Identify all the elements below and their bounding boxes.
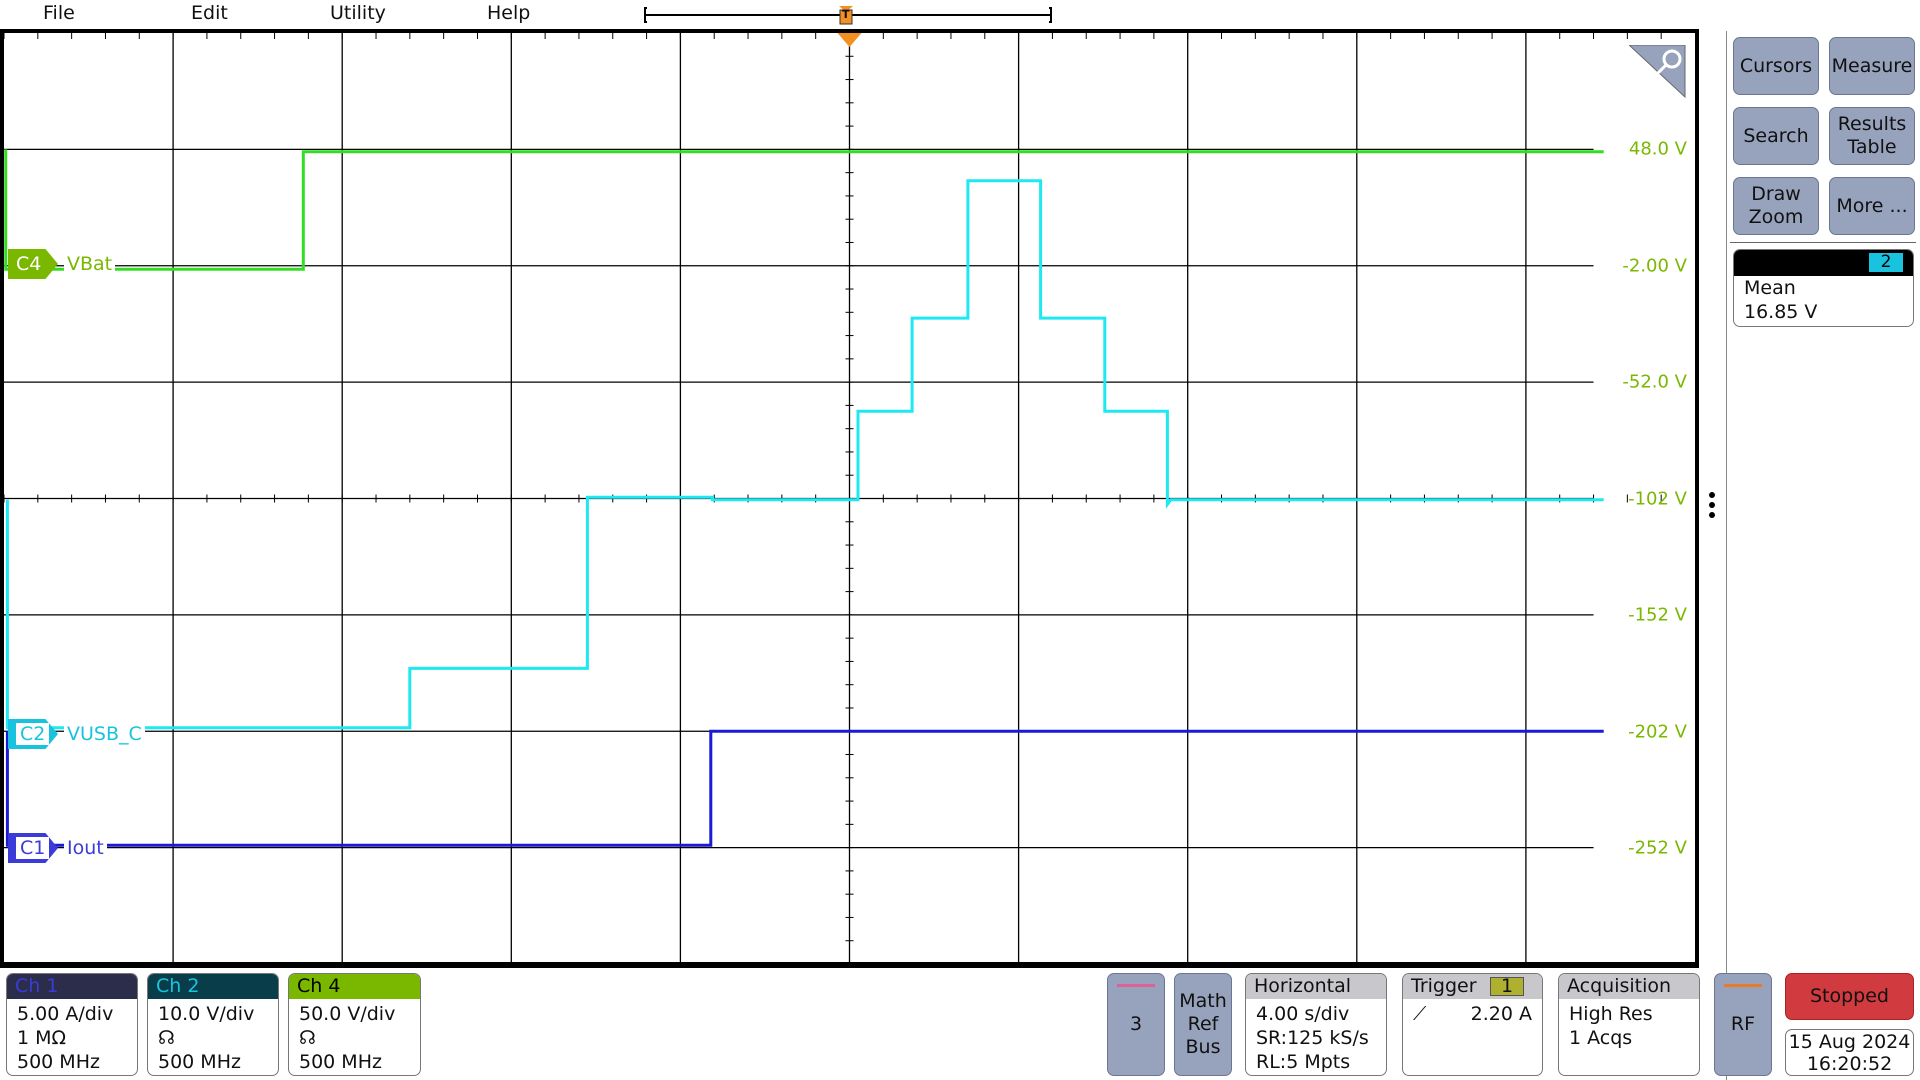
ch1-bandwidth: 500 MHz	[17, 1051, 100, 1073]
graticule	[4, 33, 1662, 964]
rising-edge-icon: ⟋	[1413, 1003, 1427, 1025]
cursors-button[interactable]: Cursors	[1733, 37, 1819, 95]
search-button[interactable]: Search	[1733, 107, 1819, 165]
horizontal-scale: 4.00 s/div	[1256, 1003, 1350, 1025]
c1-label: Iout	[64, 837, 107, 859]
ch1-scale: 5.00 A/div	[17, 1003, 114, 1025]
trigger-badge[interactable]: Trigger 1 ⟋ 2.20 A	[1402, 973, 1543, 1076]
channel-3-button[interactable]: 3	[1107, 973, 1165, 1076]
trigger-position-marker[interactable]: T	[842, 8, 850, 21]
more-button[interactable]: More ...	[1829, 177, 1915, 235]
acquisition-count: 1 Acqs	[1569, 1027, 1633, 1049]
ch2-scale: 10.0 V/div	[158, 1003, 255, 1025]
ch4-title: Ch 4	[289, 974, 420, 999]
ch3-label: 3	[1129, 1013, 1143, 1035]
c2-label: VUSB_C	[64, 723, 145, 745]
channel-2-marker[interactable]: C2 VUSB_C	[8, 719, 145, 749]
rf-button[interactable]: RF	[1714, 973, 1772, 1076]
zoom-icon[interactable]	[1629, 45, 1687, 99]
trigger-time-marker	[837, 33, 862, 47]
trigger-level: 2.20 A	[1470, 1003, 1532, 1025]
channel-1-marker[interactable]: C1 Iout	[8, 833, 107, 863]
ch2-title: Ch 2	[148, 974, 278, 999]
run-stop-button[interactable]: Stopped	[1785, 973, 1914, 1020]
measure-button[interactable]: Measure	[1829, 37, 1915, 95]
scale-label: -102 V	[1628, 488, 1687, 510]
zoom-label: Zoom	[1748, 206, 1804, 228]
menu-help[interactable]: Help	[487, 2, 530, 24]
acquisition-mode: High Res	[1569, 1003, 1653, 1025]
record-length: RL:5 Mpts	[1256, 1051, 1351, 1073]
scale-label: -52.0 V	[1622, 371, 1687, 393]
c4-label: VBat	[64, 253, 116, 275]
record-timeline[interactable]: T	[644, 6, 1052, 25]
horizontal-title: Horizontal	[1246, 974, 1386, 999]
menu-file[interactable]: File	[43, 2, 75, 24]
trace-vbat	[4, 149, 1604, 271]
scale-label: -252 V	[1628, 837, 1687, 859]
waveform-view[interactable]: 48.0 V -2.00 V -52.0 V -102 V -152 V -20…	[0, 29, 1699, 968]
draw-label: Draw	[1751, 183, 1801, 205]
c2-tag: C2	[16, 723, 50, 745]
probe-icon: ☊	[158, 1027, 175, 1049]
channel-2-badge[interactable]: Ch 2 10.0 V/div ☊ 500 MHz	[147, 973, 279, 1076]
ref-label: Ref	[1187, 1013, 1219, 1035]
ch1-impedance: 1 MΩ	[17, 1027, 67, 1049]
measurement-value: 16.85 V	[1744, 301, 1818, 323]
math-label: Math	[1179, 990, 1227, 1012]
bus-label: Bus	[1185, 1036, 1221, 1058]
rf-label: RF	[1730, 1013, 1756, 1035]
divider	[1730, 242, 1916, 243]
channel-1-badge[interactable]: Ch 1 5.00 A/div 1 MΩ 500 MHz	[6, 973, 138, 1076]
sample-rate: SR:125 kS/s	[1256, 1027, 1369, 1049]
acquisition-title: Acquisition	[1559, 974, 1699, 999]
scale-label: -2.00 V	[1622, 255, 1687, 277]
scale-label: -152 V	[1628, 604, 1687, 626]
menu-edit[interactable]: Edit	[191, 2, 228, 24]
ch2-bandwidth: 500 MHz	[158, 1051, 241, 1073]
ch4-bandwidth: 500 MHz	[299, 1051, 382, 1073]
math-ref-bus-button[interactable]: Math Ref Bus	[1174, 973, 1232, 1076]
acquisition-badge[interactable]: Acquisition High Res 1 Acqs	[1558, 973, 1700, 1076]
date-time-display: 15 Aug 2024 16:20:52	[1785, 1029, 1914, 1076]
probe-icon: ☊	[299, 1027, 316, 1049]
ch1-title: Ch 1	[7, 974, 137, 999]
measurement-name: Mean	[1744, 277, 1796, 299]
trigger-source-badge: 1	[1490, 977, 1524, 996]
results-label: Results	[1837, 113, 1907, 135]
table-label: Table	[1847, 136, 1897, 158]
trace-iout	[5, 729, 1604, 847]
time: 16:20:52	[1806, 1053, 1893, 1075]
channel-4-marker[interactable]: C4 VBat	[8, 249, 116, 279]
c1-tag: C1	[16, 837, 50, 859]
draw-zoom-button[interactable]: Draw Zoom	[1733, 177, 1819, 235]
measurement-badge[interactable]: 2 Mean 16.85 V	[1733, 249, 1914, 327]
trigger-title: Trigger	[1411, 975, 1477, 997]
trace-vusb-c	[5, 179, 1604, 730]
channel-4-badge[interactable]: Ch 4 50.0 V/div ☊ 500 MHz	[288, 973, 421, 1076]
ch4-scale: 50.0 V/div	[299, 1003, 396, 1025]
date: 15 Aug 2024	[1788, 1031, 1911, 1053]
horizontal-badge[interactable]: Horizontal 4.00 s/div SR:125 kS/s RL:5 Mpt…	[1245, 973, 1387, 1076]
measurement-source-badge: 2	[1869, 253, 1903, 272]
more-options-icon[interactable]	[1709, 492, 1715, 522]
menu-utility[interactable]: Utility	[330, 2, 386, 24]
scale-label: -202 V	[1628, 721, 1687, 743]
c4-tag: C4	[8, 249, 58, 279]
scale-label: 48.0 V	[1628, 138, 1687, 160]
results-table-button[interactable]: Results Table	[1829, 107, 1915, 165]
